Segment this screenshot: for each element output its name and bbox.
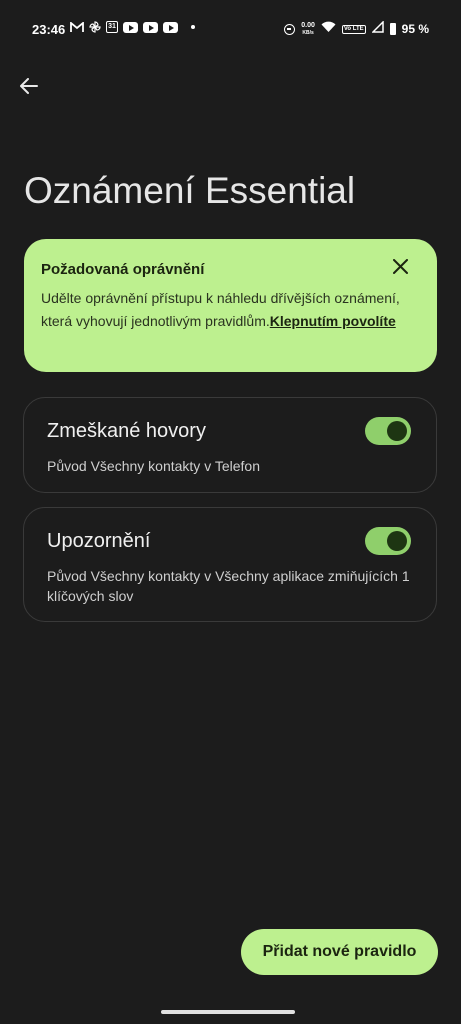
home-indicator[interactable]	[161, 1010, 295, 1014]
pinwheel-icon	[89, 21, 101, 33]
rule-subtitle: Původ Všechny kontakty v Telefon	[47, 458, 260, 474]
dot-icon	[191, 25, 195, 29]
rule-toggle[interactable]	[365, 527, 411, 555]
net-speed: 0.00 KB/s	[301, 22, 315, 37]
battery-icon	[389, 23, 396, 35]
youtube-icon	[123, 21, 138, 33]
permission-title: Požadovaná oprávnění	[41, 261, 205, 278]
rule-subtitle: Původ Všechny kontakty v Všechny aplikac…	[47, 568, 410, 604]
system-icons: 0.00 KB/s Vo LTE 95 %	[284, 20, 429, 38]
signal-icon	[370, 20, 384, 38]
arrow-left-icon	[20, 77, 38, 99]
close-button[interactable]	[389, 258, 411, 280]
notification-icons: 31	[70, 21, 195, 33]
permission-card: Požadovaná oprávnění Udělte oprávnění př…	[24, 239, 437, 372]
rule-toggle[interactable]	[365, 417, 411, 445]
battery-percent: 95 %	[401, 22, 429, 36]
youtube-icon	[143, 21, 158, 33]
status-time: 23:46	[32, 22, 66, 37]
close-icon	[392, 259, 408, 279]
net-speed-unit: KB/s	[302, 29, 314, 36]
rule-title: Zmeškané hovory	[47, 420, 206, 442]
permission-body: Udělte oprávnění přístupu k náhledu dřív…	[41, 287, 401, 333]
back-button[interactable]	[14, 74, 44, 102]
toggle-knob	[387, 421, 407, 441]
net-speed-value: 0.00	[301, 21, 315, 29]
gmail-icon	[70, 21, 84, 33]
rule-card-missed-calls[interactable]: Zmeškané hovory Původ Všechny kontakty v…	[23, 397, 437, 493]
do-not-disturb-icon	[284, 23, 296, 35]
add-rule-button[interactable]: Přidat nové pravidlo	[241, 929, 438, 975]
wifi-icon	[321, 20, 336, 38]
page-title: Oznámení Essential	[24, 170, 356, 211]
calendar-icon: 31	[106, 21, 118, 33]
status-bar: 23:46 31 0.00 KB/s Vo LTE 95 %	[0, 0, 461, 60]
volte-badge: Vo LTE	[341, 24, 366, 34]
grant-permission-link[interactable]: Klepnutím povolíte	[270, 313, 396, 329]
toggle-knob	[387, 531, 407, 551]
youtube-icon	[163, 21, 178, 33]
rule-card-notifications[interactable]: Upozornění Původ Všechny kontakty v Všec…	[23, 507, 437, 622]
rule-title: Upozornění	[47, 530, 151, 552]
